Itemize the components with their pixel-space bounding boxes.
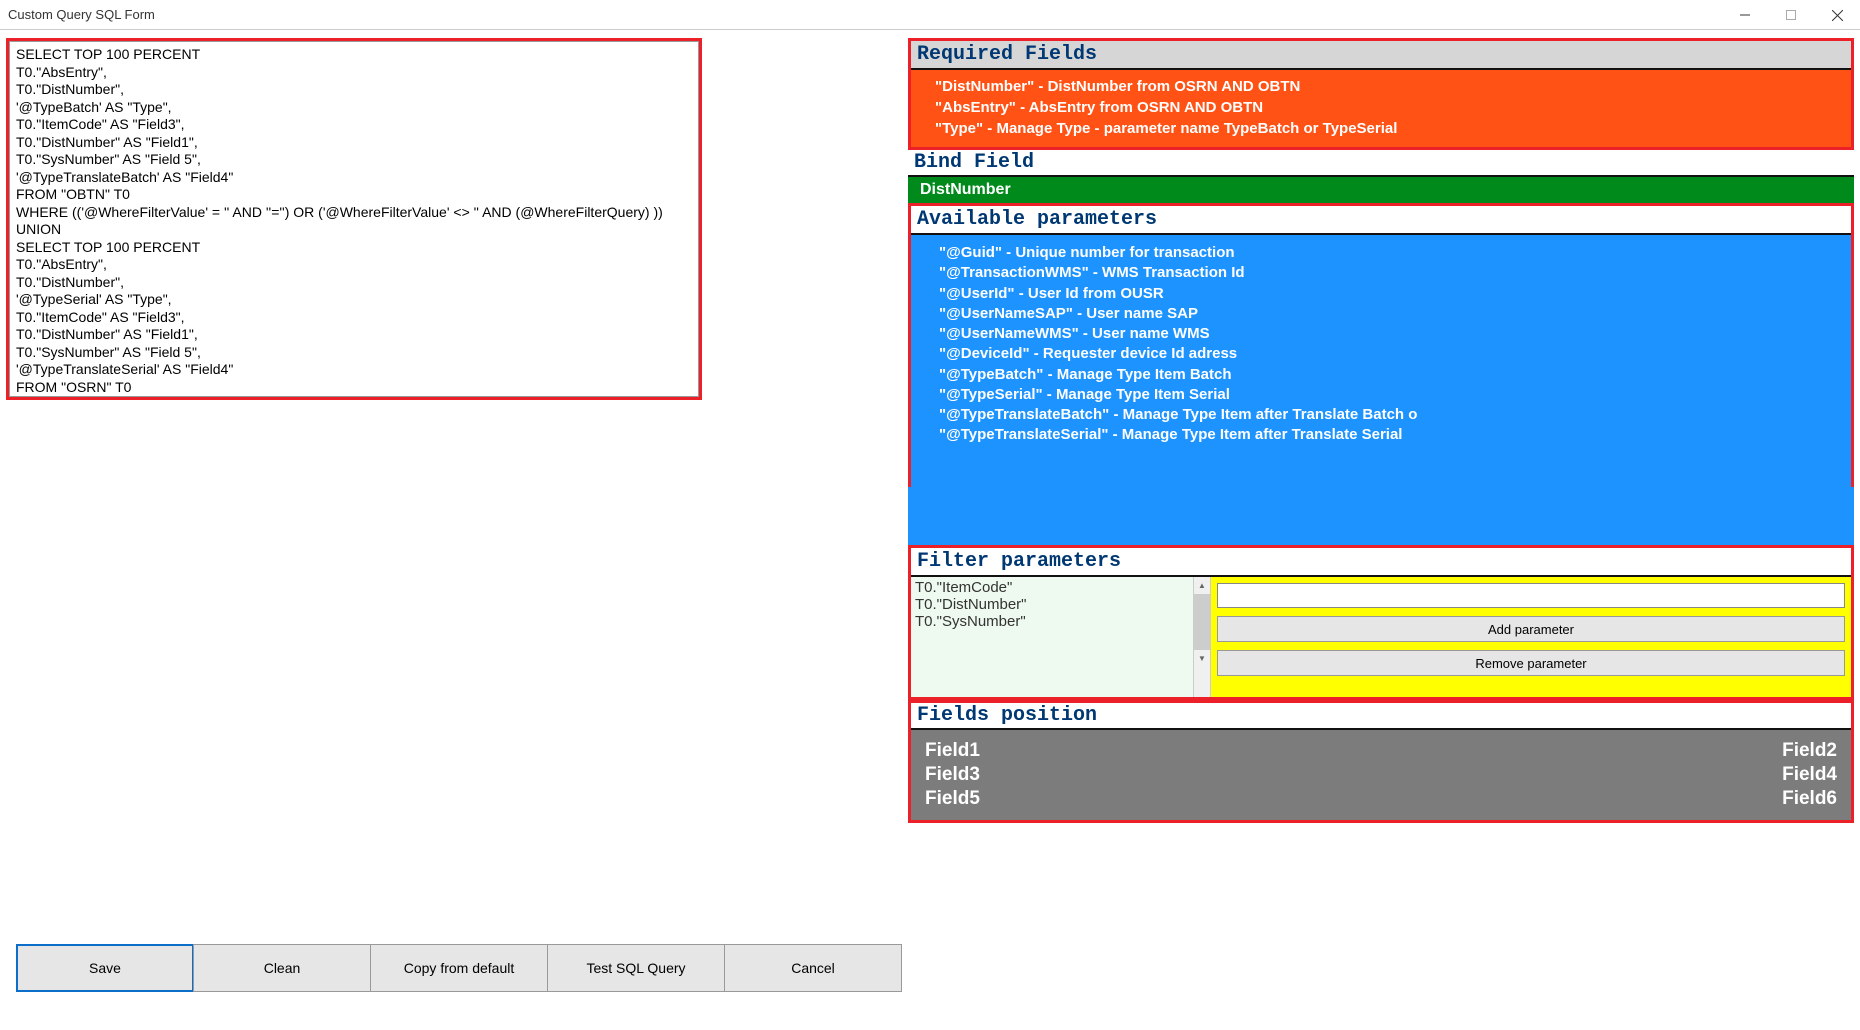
scroll-down-icon[interactable]: ▼ xyxy=(1194,650,1210,667)
filter-param-item[interactable]: T0."ItemCode" xyxy=(911,579,1210,596)
sql-editor[interactable] xyxy=(9,41,699,397)
cancel-button[interactable]: Cancel xyxy=(724,944,902,992)
available-param-line: "@TransactionWMS" - WMS Transaction Id xyxy=(939,263,1841,283)
field-slot: Field2 xyxy=(1381,740,1837,762)
clean-button[interactable]: Clean xyxy=(193,944,371,992)
available-param-line: "@UserNameWMS" - User name WMS xyxy=(939,324,1841,344)
required-fields-title: Required Fields xyxy=(911,41,1851,70)
copy-from-default-button[interactable]: Copy from default xyxy=(370,944,548,992)
add-parameter-button[interactable]: Add parameter xyxy=(1217,616,1845,642)
available-param-line: "@TypeTranslateBatch" - Manage Type Item… xyxy=(939,405,1841,425)
available-param-line: "@TypeSerial" - Manage Type Item Serial xyxy=(939,385,1841,405)
filter-list-scrollbar[interactable]: ▲ ▼ xyxy=(1193,577,1210,697)
available-param-line: "@Guid" - Unique number for transaction xyxy=(939,243,1841,263)
available-param-line: "@TypeBatch" - Manage Type Item Batch xyxy=(939,365,1841,385)
filter-params-title: Filter parameters xyxy=(911,548,1851,577)
minimize-button[interactable] xyxy=(1722,0,1768,30)
available-param-line: "@UserNameSAP" - User name SAP xyxy=(939,304,1841,324)
fields-position-title: Fields position xyxy=(911,703,1851,730)
button-bar: Save Clean Copy from default Test SQL Qu… xyxy=(6,944,902,992)
bind-field-panel: Bind Field DistNumber xyxy=(908,150,1854,203)
filter-param-item[interactable]: T0."DistNumber" xyxy=(911,596,1210,613)
required-field-line: "AbsEntry" - AbsEntry from OSRN AND OBTN xyxy=(935,97,1841,118)
field-slot: Field3 xyxy=(925,764,1381,786)
available-param-line: "@UserId" - User Id from OUSR xyxy=(939,284,1841,304)
blue-spacer xyxy=(908,487,1854,545)
scroll-thumb[interactable] xyxy=(1194,594,1210,650)
save-button[interactable]: Save xyxy=(16,944,194,992)
field-slot: Field4 xyxy=(1381,764,1837,786)
field-slot: Field5 xyxy=(925,788,1381,810)
required-field-line: "DistNumber" - DistNumber from OSRN AND … xyxy=(935,76,1841,97)
required-field-line: "Type" - Manage Type - parameter name Ty… xyxy=(935,118,1841,139)
available-param-line: "@DeviceId" - Requester device Id adress xyxy=(939,344,1841,364)
window-title: Custom Query SQL Form xyxy=(8,7,155,22)
filter-param-item[interactable]: T0."SysNumber" xyxy=(911,613,1210,630)
filter-params-list[interactable]: T0."ItemCode" T0."DistNumber" T0."SysNum… xyxy=(911,577,1211,697)
bind-field-title: Bind Field xyxy=(908,150,1854,177)
maximize-button[interactable] xyxy=(1768,0,1814,30)
filter-param-input[interactable] xyxy=(1217,583,1845,608)
scroll-up-icon[interactable]: ▲ xyxy=(1194,577,1210,594)
titlebar: Custom Query SQL Form xyxy=(0,0,1860,30)
available-param-line: "@TypeTranslateSerial" - Manage Type Ite… xyxy=(939,425,1841,445)
fields-position-panel: Fields position Field1 Field2 Field3 Fie… xyxy=(908,700,1854,823)
required-fields-panel: Required Fields "DistNumber" - DistNumbe… xyxy=(908,38,1854,150)
test-sql-button[interactable]: Test SQL Query xyxy=(547,944,725,992)
filter-params-panel: Filter parameters T0."ItemCode" T0."Dist… xyxy=(908,545,1854,700)
field-slot: Field1 xyxy=(925,740,1381,762)
bind-field-value: DistNumber xyxy=(908,177,1854,203)
sql-editor-frame xyxy=(6,38,702,400)
field-slot: Field6 xyxy=(1381,788,1837,810)
remove-parameter-button[interactable]: Remove parameter xyxy=(1217,650,1845,676)
available-params-panel: Available parameters "@Guid" - Unique nu… xyxy=(908,203,1854,487)
close-button[interactable] xyxy=(1814,0,1860,30)
available-params-title: Available parameters xyxy=(911,206,1851,235)
